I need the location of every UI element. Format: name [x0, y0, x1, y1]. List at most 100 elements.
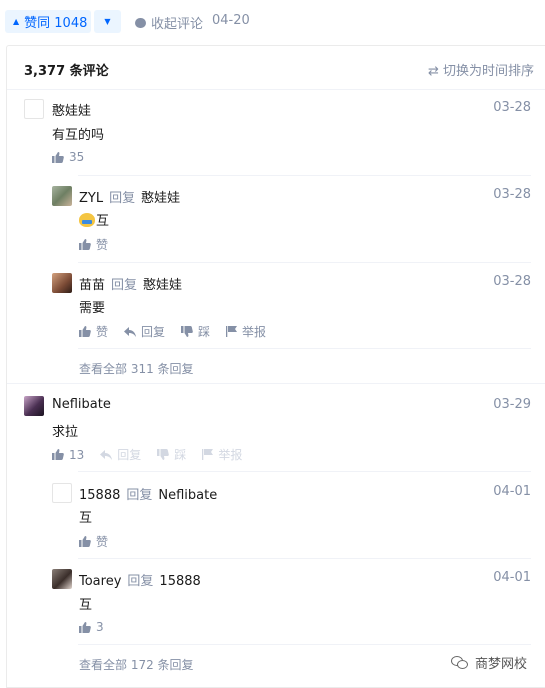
reply-author[interactable]: ZYL [79, 191, 103, 206]
like-button[interactable]: 13 [52, 448, 84, 462]
reply-date: 03-28 [493, 274, 531, 289]
avatar[interactable] [52, 186, 72, 206]
reply-word: 回复 [126, 488, 153, 503]
comment-actions: 35 [52, 150, 100, 164]
comments-panel: 3,377 条评论 ⇄ 切换为时间排序 憨娃娃 03-28 有互的吗 35 ZY… [6, 45, 545, 688]
reply-header: Toarey 回复 15888 [79, 570, 201, 589]
sort-toggle-button[interactable]: ⇄ 切换为时间排序 [428, 60, 534, 79]
downvote-button[interactable]: ▼ [94, 10, 121, 33]
comments-header: 3,377 条评论 ⇄ 切换为时间排序 [7, 46, 545, 90]
comment-actions: 13 回复 踩 举报 [52, 446, 258, 463]
avatar[interactable] [24, 396, 44, 416]
like-label: 赞 [96, 238, 109, 252]
wechat-icon [450, 656, 468, 669]
thumb-up-icon [79, 621, 91, 633]
like-label: 赞 [96, 535, 109, 549]
triangle-up-icon: ▲ [13, 17, 20, 26]
answer-date: 04-20 [212, 13, 250, 28]
dislike-button[interactable]: 踩 [157, 446, 186, 463]
reply-text: 互 [79, 598, 93, 613]
watermark-text: 商梦网校 [474, 657, 527, 672]
comment-bubble-icon [135, 17, 146, 28]
comment-count: 3,377 条评论 [24, 64, 109, 79]
divider [78, 175, 531, 176]
like-button[interactable]: 35 [52, 150, 84, 164]
like-count: 13 [69, 447, 85, 462]
divider [78, 262, 531, 263]
avatar[interactable] [24, 99, 44, 119]
reply-word: 回复 [109, 191, 136, 206]
report-label: 举报 [242, 325, 267, 339]
reply-actions: 3 [79, 620, 120, 634]
thumb-down-icon [181, 326, 193, 337]
reply-to-user[interactable]: 憨娃娃 [141, 191, 180, 206]
mask-emoji-icon [79, 213, 95, 227]
thumb-up-icon [79, 326, 91, 337]
thumb-down-icon [157, 449, 170, 460]
reply-word: 回复 [111, 278, 138, 293]
triangle-down-icon: ▼ [104, 17, 111, 26]
comment-date: 03-29 [493, 397, 531, 412]
flag-icon [202, 449, 214, 460]
comment-author[interactable]: Neflibate [52, 397, 111, 412]
avatar[interactable] [52, 569, 72, 589]
view-all-replies-link[interactable]: 查看全部 172 条回复 [79, 656, 194, 673]
reply-button[interactable]: 回复 [124, 323, 165, 340]
report-label: 举报 [218, 448, 243, 462]
divider [7, 383, 545, 384]
dislike-label: 踩 [198, 325, 211, 339]
reply-text: 互 [79, 511, 93, 526]
thumb-up-icon [79, 239, 91, 250]
reply-header: 苗苗 回复 憨娃娃 [79, 274, 182, 293]
reply-author[interactable]: 15888 [79, 488, 120, 503]
avatar[interactable] [52, 273, 72, 293]
reply-author[interactable]: Toarey [79, 574, 121, 589]
reply-to-user[interactable]: 憨娃娃 [143, 278, 182, 293]
swap-icon: ⇄ [427, 64, 439, 79]
answer-action-bar: ▲ 赞同 1048 ▼ 收起评论 04-20 [0, 0, 545, 44]
avatar[interactable] [52, 483, 72, 503]
reply-date: 03-28 [493, 187, 531, 202]
reply-arrow-icon [124, 326, 137, 337]
reply-text: 需要 [79, 301, 106, 316]
dislike-label: 踩 [174, 448, 187, 462]
divider [78, 348, 531, 349]
upvote-label: 赞同 1048 [24, 16, 88, 31]
collapse-label: 收起评论 [151, 17, 204, 32]
reply-word: 回复 [127, 574, 154, 589]
thumb-up-icon [52, 151, 64, 163]
like-button[interactable]: 3 [79, 620, 104, 634]
comment-text: 求拉 [52, 425, 79, 440]
reply-to-user[interactable]: 15888 [159, 574, 200, 589]
like-label: 赞 [96, 325, 109, 339]
flag-icon [226, 326, 238, 337]
comment-author[interactable]: 憨娃娃 [52, 100, 91, 119]
reply-date: 04-01 [493, 484, 531, 499]
thumb-up-icon [52, 449, 64, 460]
reply-text: 互 [79, 210, 109, 229]
divider [78, 558, 531, 559]
view-all-replies-link[interactable]: 查看全部 311 条回复 [79, 360, 194, 377]
like-button[interactable]: 赞 [79, 236, 108, 253]
reply-actions: 赞 回复 踩 举报 [79, 323, 282, 340]
collapse-comments-button[interactable]: 收起评论 [135, 13, 203, 32]
reply-to-user[interactable]: Neflibate [158, 488, 217, 503]
report-button[interactable]: 举报 [226, 323, 266, 340]
like-button[interactable]: 赞 [79, 323, 108, 340]
thumb-up-icon [79, 536, 91, 547]
divider [78, 644, 531, 645]
watermark: 商梦网校 [450, 653, 527, 672]
reply-button[interactable]: 回复 [100, 446, 141, 463]
like-button[interactable]: 赞 [79, 533, 108, 550]
reply-header: 15888 回复 Neflibate [79, 484, 217, 503]
like-count: 3 [96, 620, 104, 634]
dislike-button[interactable]: 踩 [181, 323, 210, 340]
upvote-button[interactable]: ▲ 赞同 1048 [5, 10, 91, 33]
comment-text: 有互的吗 [52, 128, 105, 143]
reply-label: 回复 [117, 448, 142, 462]
reply-label: 回复 [141, 325, 166, 339]
reply-actions: 赞 [79, 236, 124, 253]
report-button[interactable]: 举报 [202, 446, 242, 463]
like-count: 35 [69, 150, 85, 164]
reply-author[interactable]: 苗苗 [79, 278, 105, 293]
